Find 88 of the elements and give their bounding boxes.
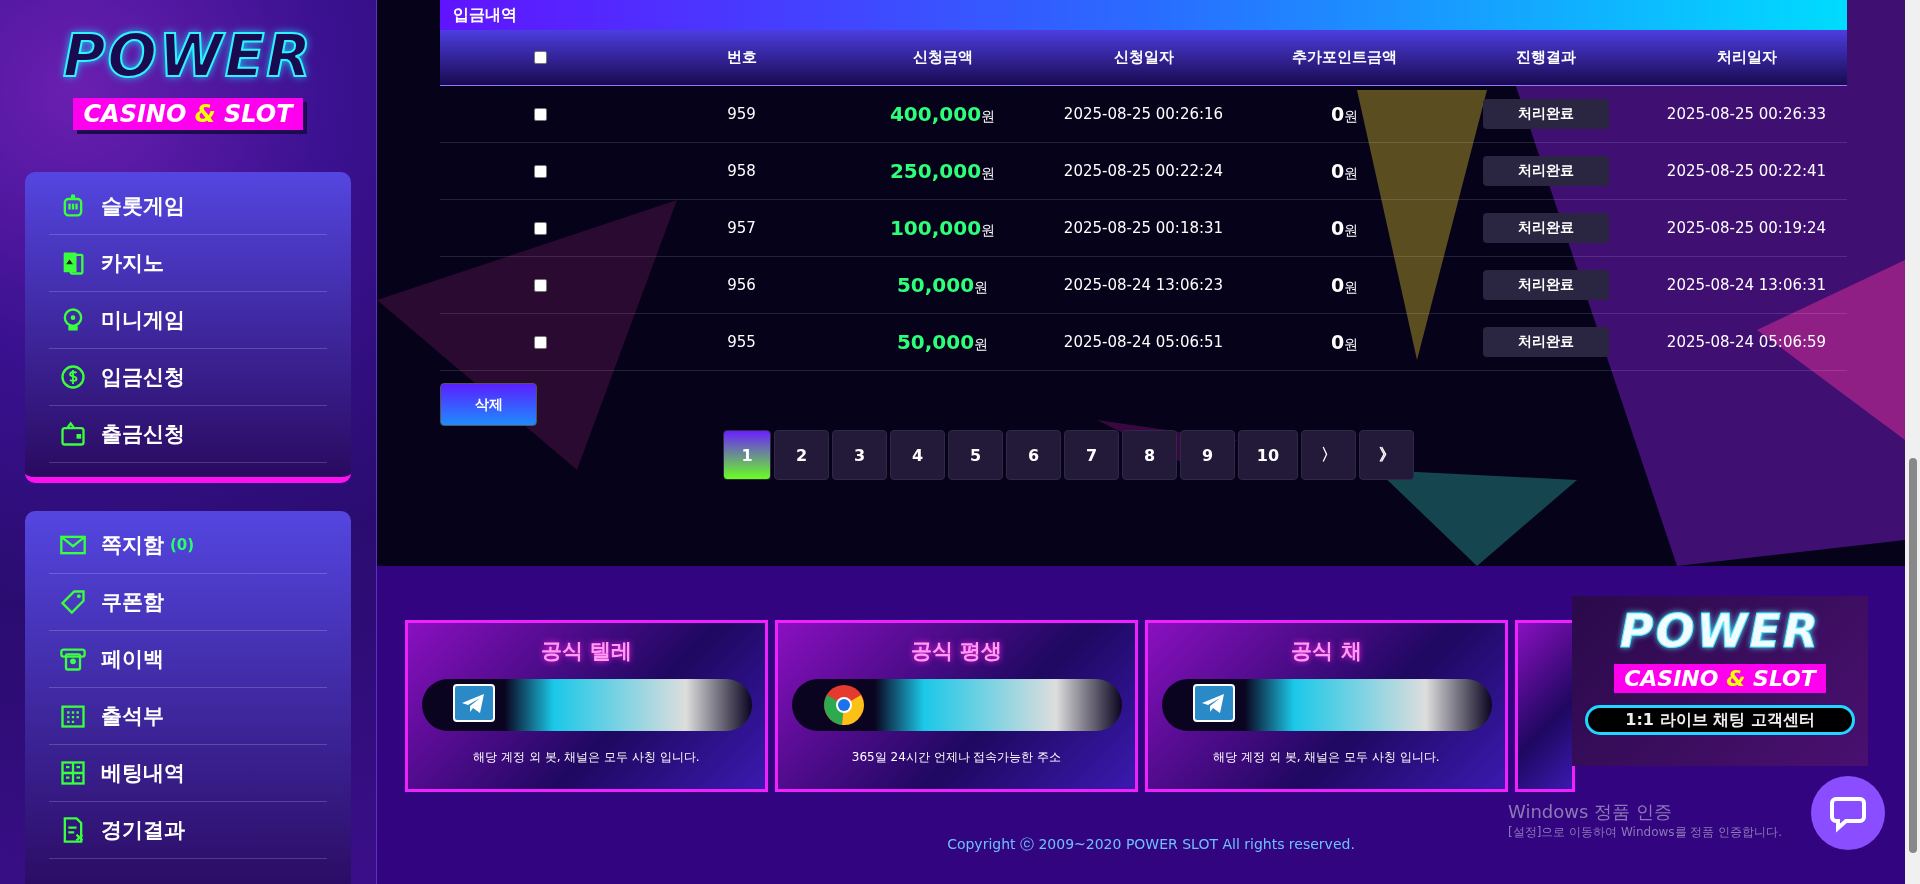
activation-title: Windows 정품 인증 — [1508, 800, 1673, 824]
page-button[interactable]: 3 — [832, 430, 887, 480]
menu-icon — [59, 420, 87, 448]
status-badge: 처리완료 — [1482, 213, 1609, 243]
menu-icon — [59, 588, 87, 616]
sidebar-item[interactable]: 슬롯게임 — [49, 178, 327, 235]
power-logo-text: POWER — [62, 24, 314, 88]
table-cell-text: 2025-08-25 00:18:31 — [1062, 219, 1225, 237]
sidebar-item[interactable]: 쪽지함 (0) — [49, 517, 327, 574]
sidebar-item[interactable]: 미니게임 — [49, 292, 327, 349]
page-button[interactable]: 2 — [774, 430, 829, 480]
sidebar-item[interactable]: 입금신청 — [49, 349, 327, 406]
banner-card[interactable]: 공식 채 해당 계정 외 봇, 채널은 모두 사칭 입니다. — [1145, 620, 1508, 792]
page-button[interactable]: 5 — [948, 430, 1003, 480]
scrollbar[interactable] — [1905, 0, 1920, 884]
table-cell-text: 2025-08-25 00:22:41 — [1665, 162, 1828, 180]
activation-text: [설정]으로 이동하여 Windows를 정품 인증합니다. — [1508, 824, 1782, 841]
page-button[interactable]: 8 — [1122, 430, 1177, 480]
points-cell: 0원 — [1330, 216, 1359, 240]
sidebar-item[interactable]: 경기결과 — [49, 802, 327, 859]
column-header: 번호 — [725, 48, 758, 67]
next-page-button[interactable]: 〉 — [1301, 430, 1356, 480]
banner-caption: 365일 24시간 언제나 접속가능한 주소 — [851, 749, 1062, 766]
sidebar-item[interactable]: 페이백 — [49, 631, 327, 688]
sidebar-item[interactable]: 출석부 — [49, 688, 327, 745]
points-cell: 0원 — [1330, 330, 1359, 354]
column-header: 신청일자 — [1112, 48, 1175, 67]
table-cell-text: 956 — [726, 276, 757, 294]
amount-cell: 250,000원 — [889, 159, 996, 183]
banner-title: 공식 채 — [1291, 638, 1362, 665]
sidebar-item[interactable]: 카지노 — [49, 235, 327, 292]
status-badge: 처리완료 — [1482, 99, 1609, 129]
amount-cell: 400,000원 — [889, 102, 996, 126]
select-all-checkbox[interactable] — [534, 51, 547, 64]
points-cell: 0원 — [1330, 159, 1359, 183]
table-cell-text: 2025-08-25 00:26:33 — [1665, 105, 1828, 123]
table-cell-text: 2025-08-25 00:22:24 — [1062, 162, 1225, 180]
table-cell-text: 959 — [726, 105, 757, 123]
amount-cell: 100,000원 — [889, 216, 996, 240]
row-checkbox[interactable] — [534, 107, 547, 121]
row-checkbox[interactable] — [534, 221, 547, 235]
menu-icon — [59, 759, 87, 787]
section-title: 입금내역 — [440, 0, 1847, 30]
page-button[interactable]: 9 — [1180, 430, 1235, 480]
casino-slot-label: CASINO & SLOT — [1614, 664, 1826, 693]
banner-card[interactable]: 공식 텔레 해당 계정 외 봇, 채널은 모두 사칭 입니다. — [405, 620, 768, 792]
banner-caption: 해당 계정 외 봇, 채널은 모두 사칭 입니다. — [473, 749, 700, 766]
table-cell-text: 2025-08-24 05:06:59 — [1665, 333, 1828, 351]
status-badge: 처리완료 — [1482, 327, 1609, 357]
column-header: 진행결과 — [1514, 48, 1577, 67]
sidebar-item[interactable]: 출금신청 — [49, 406, 327, 463]
row-checkbox[interactable] — [534, 164, 547, 178]
copyright-text: Copyright ⓒ 2009~2020 POWER SLOT All rights reserved. — [946, 836, 1356, 854]
status-badge: 처리완료 — [1482, 270, 1609, 300]
banner-caption: 해당 계정 외 봇, 채널은 모두 사칭 입니다. — [1213, 749, 1440, 766]
page-button[interactable]: 7 — [1064, 430, 1119, 480]
points-cell: 0원 — [1330, 102, 1359, 126]
table-cell-text: 958 — [726, 162, 757, 180]
column-header: 처리일자 — [1715, 48, 1778, 67]
delete-button[interactable]: 삭제 — [440, 383, 537, 426]
browser-icon — [821, 683, 866, 727]
status-badge: 처리완료 — [1482, 156, 1609, 186]
table-cell-text: 2025-08-25 00:19:24 — [1665, 219, 1828, 237]
sidebar-item[interactable]: 베팅내역 — [49, 745, 327, 802]
banner-title: 공식 평생 — [910, 638, 1003, 665]
last-page-button[interactable]: 》 — [1359, 430, 1414, 480]
power-logo-text: POWER — [1619, 606, 1821, 656]
sidebar-item[interactable]: 쿠폰함 — [49, 574, 327, 631]
amount-cell: 50,000원 — [896, 273, 989, 297]
banner-card[interactable]: 공식 평생 365일 24시간 언제나 접속가능한 주소 — [775, 620, 1138, 792]
table-cell-text: 2025-08-24 13:06:31 — [1665, 276, 1828, 294]
table-cell-text: 955 — [726, 333, 757, 351]
table-cell-text: 957 — [726, 219, 757, 237]
table-cell-text: 2025-08-24 05:06:51 — [1062, 333, 1225, 351]
live-chat-button[interactable]: 1:1 라이브 채팅 고객센터 — [1585, 705, 1855, 735]
banner-card[interactable] — [1515, 620, 1575, 792]
page-button[interactable]: 4 — [890, 430, 945, 480]
page-button[interactable]: 6 — [1006, 430, 1061, 480]
column-header: 신청금액 — [911, 48, 974, 67]
column-header: 추가포인트금액 — [1291, 48, 1398, 67]
banner-title: 공식 텔레 — [540, 638, 633, 665]
message-count: (0) — [170, 536, 195, 554]
points-cell: 0원 — [1330, 273, 1359, 297]
page-button[interactable]: 10 — [1238, 430, 1298, 480]
menu-icon — [59, 363, 87, 391]
table-cell-text: 2025-08-24 13:06:23 — [1062, 276, 1225, 294]
table-cell-text: 2025-08-25 00:26:16 — [1062, 105, 1225, 123]
amount-cell: 50,000원 — [896, 330, 989, 354]
